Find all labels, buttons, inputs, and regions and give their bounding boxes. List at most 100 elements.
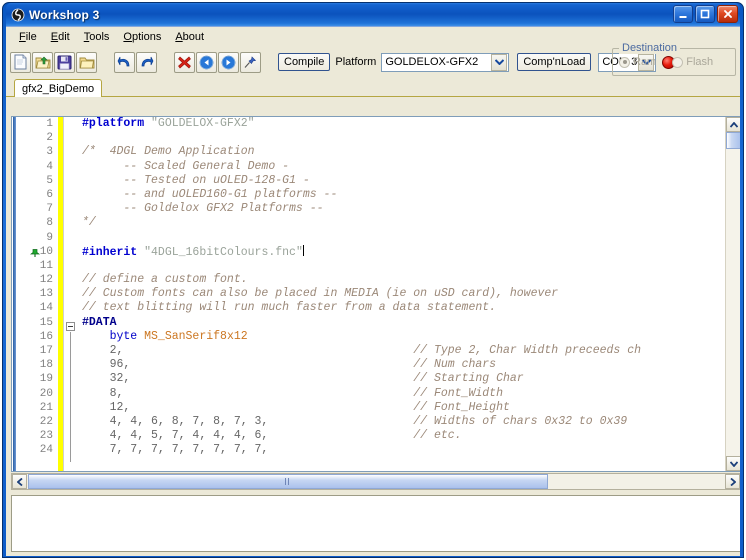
line-number: 23 — [39, 430, 53, 443]
editor-tab-strip: gfx2_BigDemo — [6, 78, 740, 97]
pushpin-icon[interactable] — [240, 51, 261, 73]
code-token: /* 4DGL Demo Application — [82, 145, 255, 159]
code-line: byte MS_SanSerif8x12 — [82, 330, 740, 344]
destination-group: Destination Ram Flash — [612, 42, 736, 76]
code-line: 32, // Starting Char — [82, 372, 740, 386]
editor-vertical-scrollbar[interactable] — [725, 117, 740, 471]
forward-icon[interactable] — [218, 51, 239, 73]
destination-radio-flash[interactable]: Flash — [672, 56, 713, 68]
toolbar: Compile Platform GOLDELOX-GFX2 Comp'nLoa… — [6, 42, 740, 78]
code-editor[interactable]: 1 2 3 4 5 6 7 8 9 10 11 12 13 14 15 16 17 18 19 20 21 22 23 24 … — [11, 116, 740, 472]
output-panel[interactable] — [11, 495, 740, 552]
app-logo-icon — [10, 7, 25, 22]
platform-select[interactable]: GOLDELOX-GFX2 — [381, 52, 510, 72]
bookmark-pushpin-icon[interactable] — [29, 247, 41, 258]
scroll-down-icon[interactable] — [726, 456, 740, 471]
save-file-icon[interactable] — [54, 51, 75, 73]
back-icon[interactable] — [196, 51, 217, 73]
code-line: 4, 4, 6, 8, 7, 8, 7, 3, // Widths of cha… — [82, 415, 740, 429]
client-area: File Edit Tools Options About Compile Pl… — [6, 26, 740, 556]
code-line: 12, // Font_Height — [82, 401, 740, 415]
line-number: 16 — [39, 330, 53, 343]
vertical-scroll-thumb[interactable] — [726, 132, 740, 149]
window-title: Workshop 3 — [29, 7, 100, 22]
minimize-button[interactable] — [673, 5, 693, 23]
code-line: -- Scaled General Demo - — [82, 160, 740, 174]
code-line: 2, // Type 2, Char Width preceeds ch — [82, 344, 740, 358]
code-line: -- Goldelox GFX2 Platforms -- — [82, 202, 740, 216]
line-number: 22 — [39, 415, 53, 428]
code-token: // define a custom font. — [82, 273, 248, 287]
open-file-icon[interactable] — [32, 51, 53, 73]
line-number: 20 — [39, 387, 53, 400]
code-token: // Type 2, Char Width preceeds ch — [123, 344, 642, 357]
scroll-thumb-grip — [285, 478, 291, 485]
chevron-down-icon[interactable] — [491, 53, 508, 71]
compile-and-load-button[interactable]: Comp'nLoad — [517, 53, 592, 71]
folder-icon[interactable] — [76, 51, 97, 73]
code-text-area[interactable]: #platform "GOLDELOX-GFX2" /* 4DGL Demo A… — [78, 117, 740, 471]
line-number: 17 — [39, 345, 53, 357]
line-number: 15 — [39, 316, 53, 329]
code-line: #DATA — [82, 316, 740, 330]
code-token: #platform — [82, 117, 152, 130]
menu-item-options[interactable]: Options — [116, 29, 168, 45]
close-button[interactable] — [717, 5, 738, 23]
tab-strip-filler — [102, 79, 740, 97]
code-line: -- and uOLED160-G1 platforms -- — [82, 188, 740, 202]
menu-item-file[interactable]: File — [12, 29, 44, 45]
panel-splitter[interactable] — [11, 491, 740, 494]
scroll-right-icon[interactable] — [725, 474, 740, 489]
code-line: 7, 7, 7, 7, 7, 7, 7, 7, — [82, 443, 740, 457]
line-number: 14 — [39, 302, 53, 315]
menu-item-tools[interactable]: Tools — [77, 29, 117, 45]
maximize-button[interactable] — [695, 5, 715, 23]
new-file-icon[interactable] — [10, 51, 31, 73]
code-line: 96, // Num chars — [82, 358, 740, 372]
destination-radio-ram[interactable]: Ram — [619, 56, 656, 68]
redo-icon[interactable] — [136, 51, 157, 73]
menu-item-about[interactable]: About — [168, 29, 211, 45]
undo-icon[interactable] — [114, 51, 135, 73]
code-token: // Starting Char — [130, 372, 524, 386]
line-number: 9 — [46, 231, 53, 244]
close-x-icon[interactable] — [174, 51, 195, 73]
code-token: 8, — [82, 386, 124, 400]
line-number: 13 — [39, 288, 53, 301]
code-token: #DATA — [82, 315, 117, 329]
tab-gfx2-bigdemo[interactable]: gfx2_BigDemo — [14, 79, 103, 97]
line-number: 12 — [39, 274, 53, 287]
line-number: 6 — [46, 188, 53, 201]
fold-guide-line — [70, 332, 71, 462]
horizontal-scroll-thumb[interactable] — [28, 474, 548, 489]
menu-item-edit[interactable]: Edit — [44, 29, 77, 45]
code-folding-column[interactable] — [64, 117, 78, 471]
code-token: -- and uOLED160-G1 platforms -- — [82, 187, 338, 201]
code-line: -- Tested on uOLED-128-G1 - — [82, 174, 740, 188]
text-caret — [302, 244, 304, 256]
line-number: 19 — [39, 373, 53, 386]
code-line: */ — [82, 216, 740, 230]
code-line: // Custom fonts can also be placed in ME… — [82, 287, 740, 301]
title-bar: Workshop 3 — [6, 3, 740, 26]
code-token: 12, — [82, 400, 131, 414]
code-token: // Custom fonts can also be placed in ME… — [82, 287, 559, 301]
line-number: 4 — [46, 160, 53, 173]
code-line: #platform "GOLDELOX-GFX2" — [82, 117, 740, 131]
code-token: 32, — [82, 372, 131, 386]
code-token: 2, — [82, 344, 124, 357]
scroll-left-icon[interactable] — [12, 474, 27, 489]
radio-unselected-icon — [672, 56, 684, 68]
fold-toggle-data[interactable] — [66, 322, 75, 331]
code-token: byte — [82, 329, 145, 343]
destination-flash-label: Flash — [686, 56, 714, 68]
editor-horizontal-scrollbar[interactable] — [11, 473, 740, 490]
code-token: // Font_Height — [130, 400, 510, 414]
scroll-up-icon[interactable] — [726, 117, 740, 132]
code-token: -- Goldelox GFX2 Platforms -- — [82, 202, 324, 216]
code-line: 4, 4, 5, 7, 4, 4, 4, 6, // etc. — [82, 429, 740, 443]
compile-button[interactable]: Compile — [278, 53, 331, 71]
line-number: 2 — [46, 132, 53, 145]
